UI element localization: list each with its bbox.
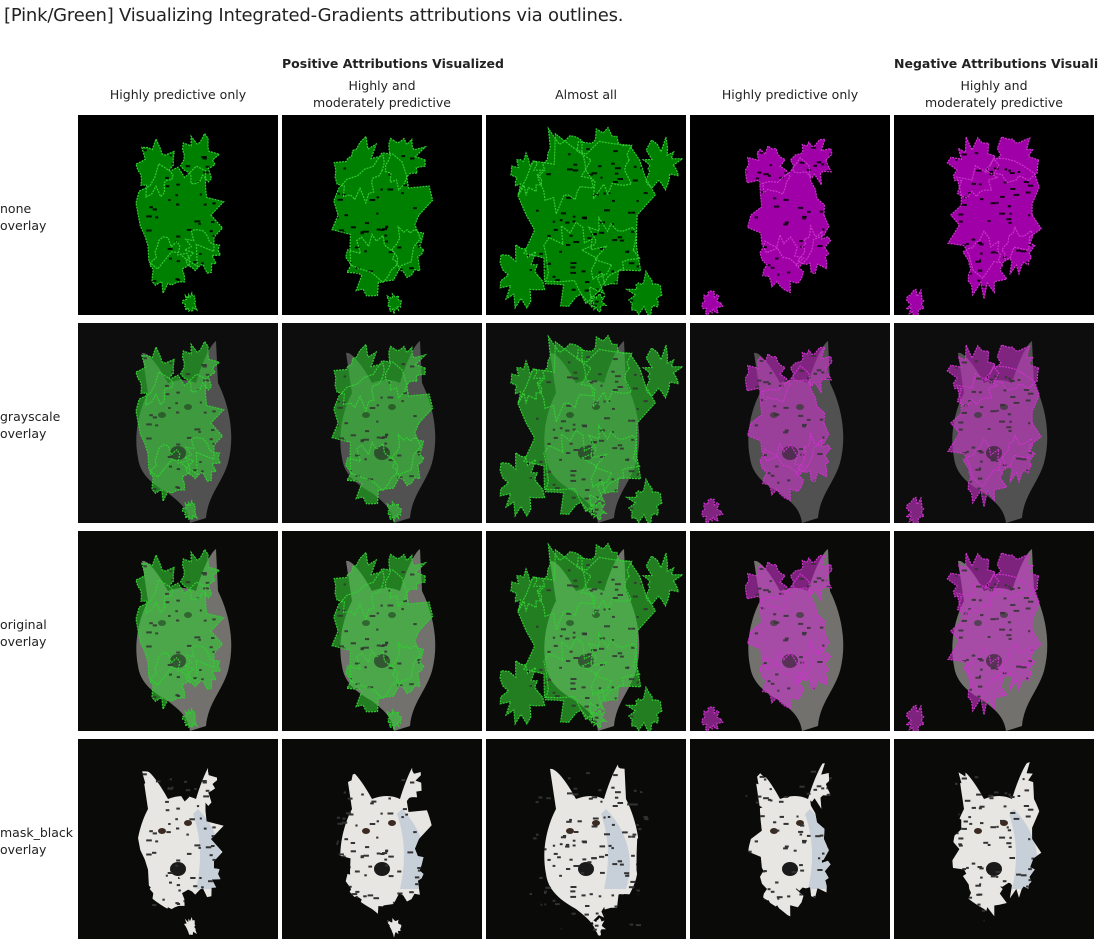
row-header-none: none overlay <box>0 200 78 234</box>
row-label-line1: mask_black <box>0 825 74 840</box>
panel-original-negative-high <box>690 531 890 731</box>
row-label-line1: grayscale <box>0 409 61 424</box>
row-label-line2: overlay <box>0 634 47 649</box>
panel-original-positive-high <box>78 531 278 731</box>
column-header-positive-moderate: Highly and moderately predictive <box>313 78 451 110</box>
panel-grayscale-negative-moderate <box>894 323 1094 523</box>
row-header-original: original overlay <box>0 616 78 650</box>
row-header-grayscale: grayscale overlay <box>0 408 78 442</box>
panel-mask_black-positive-all <box>486 739 686 939</box>
column-header-negative-high: Highly predictive only <box>721 86 859 102</box>
row-label-line2: overlay <box>0 426 47 441</box>
panel-none-positive-high <box>78 115 278 315</box>
column-header-positive-all: Almost all <box>555 86 617 102</box>
panel-mask_black-positive-high <box>78 739 278 939</box>
panel-grayscale-positive-moderate <box>282 323 482 523</box>
panel-mask_black-negative-moderate <box>894 739 1094 939</box>
panel-grayscale-positive-high <box>78 323 278 523</box>
group-title-negative: Negative Attributions Visualized <box>894 56 1098 71</box>
row-label-line1: original <box>0 617 47 632</box>
panel-original-negative-moderate <box>894 531 1094 731</box>
panel-none-positive-moderate <box>282 115 482 315</box>
column-header-positive-high: Highly predictive only <box>109 86 247 102</box>
row-header-mask-black: mask_black overlay <box>0 824 78 858</box>
panel-none-positive-all <box>486 115 686 315</box>
panel-mask_black-positive-moderate <box>282 739 482 939</box>
panel-grayscale-negative-high <box>690 323 890 523</box>
row-label-line2: overlay <box>0 842 47 857</box>
panel-none-negative-moderate <box>894 115 1094 315</box>
panel-mask_black-negative-high <box>690 739 890 939</box>
panel-grayscale-positive-all <box>486 323 686 523</box>
figure-title: [Pink/Green] Visualizing Integrated-Grad… <box>4 5 624 26</box>
row-label-line1: none <box>0 201 32 216</box>
panel-none-negative-high <box>690 115 890 315</box>
column-header-negative-moderate: Highly and moderately predictive <box>925 78 1063 110</box>
group-title-positive: Positive Attributions Visualized <box>282 56 504 71</box>
panel-original-positive-moderate <box>282 531 482 731</box>
row-label-line2: overlay <box>0 218 47 233</box>
panel-original-positive-all <box>486 531 686 731</box>
